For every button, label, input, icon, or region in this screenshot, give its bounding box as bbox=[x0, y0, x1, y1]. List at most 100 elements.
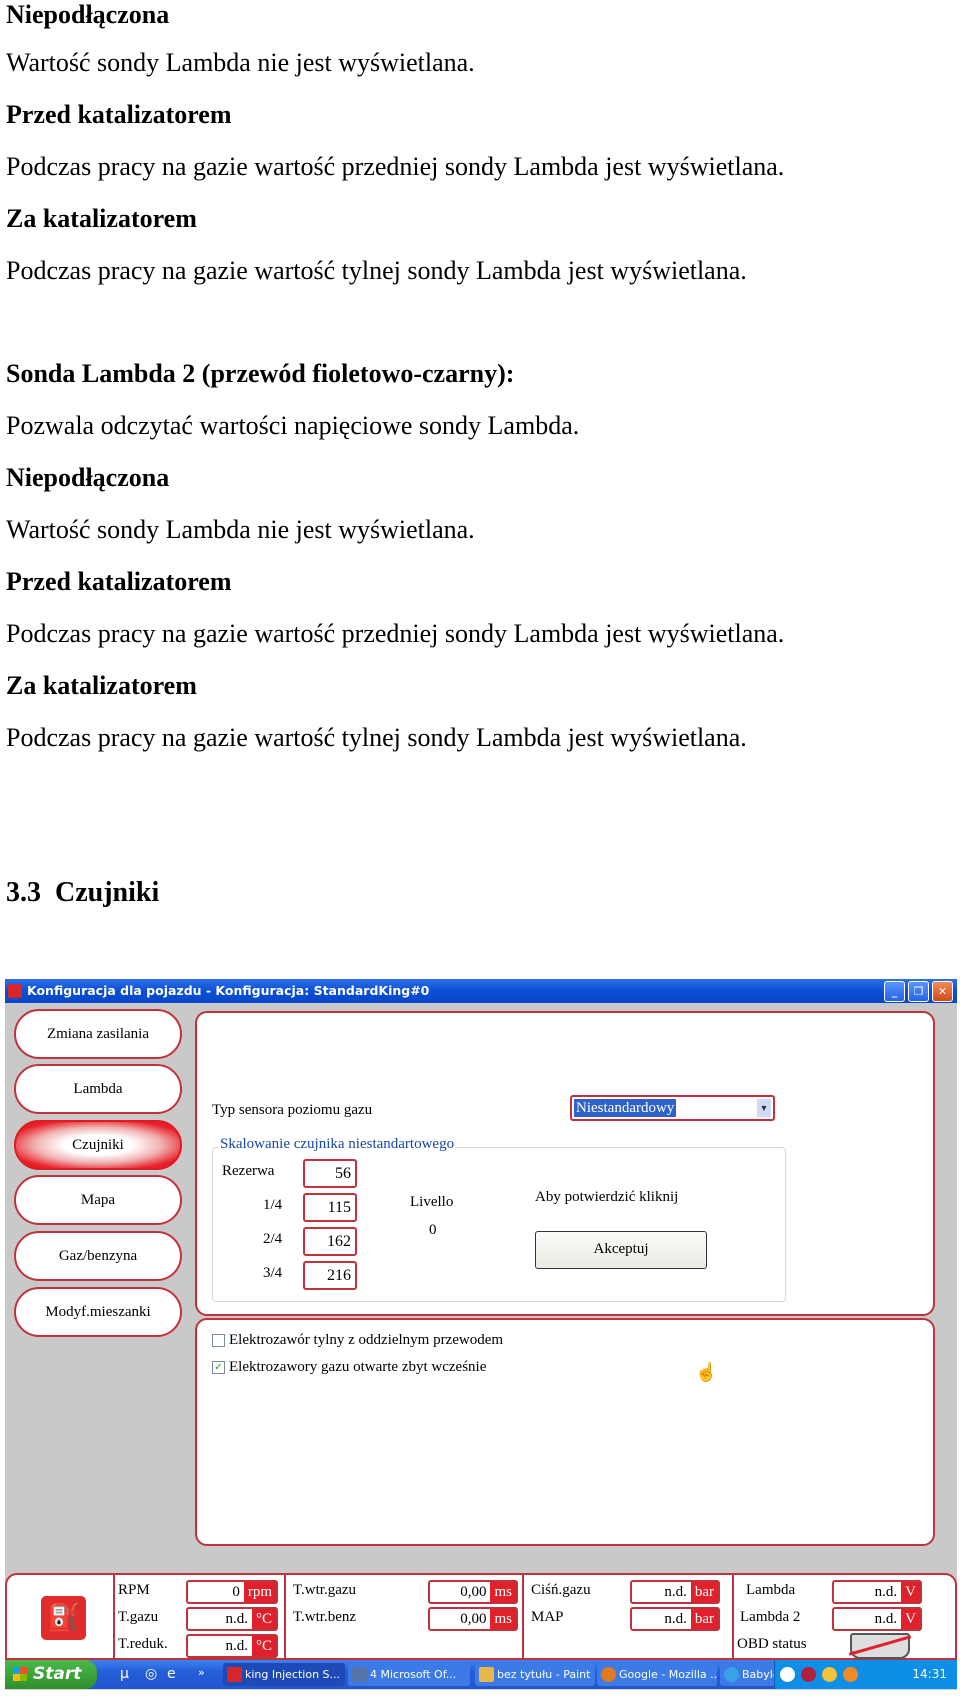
paint-icon bbox=[479, 1667, 494, 1682]
quarter-2-input[interactable]: 162 bbox=[303, 1227, 357, 1256]
petrol-inj-time-label: T.wtr.benz bbox=[293, 1609, 357, 1625]
quarter-1-input[interactable]: 115 bbox=[303, 1193, 357, 1222]
subheading: Przed katalizatorem bbox=[6, 567, 232, 596]
paragraph: Wartość sondy Lambda nie jest wyświetlan… bbox=[6, 515, 475, 544]
paragraph: Podczas pracy na gazie wartość tylnej so… bbox=[6, 256, 747, 285]
heading-number: 3.3 bbox=[6, 877, 41, 908]
unit: °C bbox=[251, 1636, 276, 1656]
tray-weather-icon[interactable] bbox=[822, 1667, 837, 1682]
lambda2-value: n.d. V bbox=[832, 1607, 922, 1631]
task-label: 4 Microsoft Of... bbox=[370, 1668, 457, 1681]
value: n.d. bbox=[874, 1611, 898, 1627]
value: n.d. bbox=[225, 1611, 248, 1627]
checkbox-unchecked[interactable] bbox=[212, 1334, 225, 1347]
gas-pressure-label: Ciśń.gazu bbox=[531, 1582, 591, 1598]
tray-update-icon[interactable] bbox=[843, 1667, 858, 1682]
sensor-type-select[interactable]: Niestandardowy ▼ bbox=[570, 1095, 775, 1121]
nav-label: Czujniki bbox=[72, 1136, 124, 1153]
paragraph: Podczas pracy na gazie wartość przedniej… bbox=[6, 152, 785, 181]
minimize-button[interactable]: _ bbox=[884, 981, 905, 1002]
heading-title: Czujniki bbox=[55, 877, 160, 908]
map-label: MAP bbox=[531, 1609, 564, 1625]
task-king-injection[interactable]: king Injection S... bbox=[223, 1663, 345, 1686]
nav-label: Modyf.mieszanki bbox=[45, 1303, 151, 1320]
paragraph: Wartość sondy Lambda nie jest wyświetlan… bbox=[6, 48, 475, 77]
utorrent-icon[interactable]: µ bbox=[120, 1666, 129, 1682]
nav-modyf-mieszanki[interactable]: Modyf.mieszanki bbox=[14, 1287, 182, 1337]
row-label-quarter-1: 1/4 bbox=[263, 1197, 283, 1213]
clock: 14:31 bbox=[912, 1667, 947, 1681]
unit: rpm bbox=[243, 1582, 276, 1602]
level-label: Livello bbox=[410, 1194, 454, 1210]
subheading: Przed katalizatorem bbox=[6, 100, 232, 129]
nav-gaz-benzyna[interactable]: Gaz/benzyna bbox=[14, 1231, 182, 1281]
scaling-group-title: Skalowanie czujnika niestandartowego bbox=[218, 1136, 457, 1153]
scaling-group bbox=[212, 1147, 786, 1302]
ie-icon bbox=[724, 1667, 739, 1682]
value: n.d. bbox=[664, 1584, 687, 1600]
petrol-inj-time-value: 0,00 ms bbox=[428, 1607, 518, 1631]
value: n.d. bbox=[664, 1611, 687, 1627]
chevron-down-icon[interactable]: ▼ bbox=[757, 1099, 771, 1117]
unit: V bbox=[901, 1582, 920, 1602]
checkbox-checked[interactable]: ✓ bbox=[212, 1361, 225, 1374]
windows-logo-icon bbox=[13, 1667, 27, 1681]
unit: bar bbox=[690, 1582, 718, 1602]
more-chevron-icon[interactable]: » bbox=[198, 1666, 205, 1679]
task-paint[interactable]: bez tytułu - Paint bbox=[475, 1663, 595, 1686]
task-label: Google - Mozilla ... bbox=[619, 1668, 717, 1681]
row-label-rezerwa: Rezerwa bbox=[222, 1163, 275, 1179]
lambda2-label: Lambda 2 bbox=[740, 1609, 801, 1625]
nav-label: Gaz/benzyna bbox=[58, 1247, 138, 1264]
accept-button[interactable]: Akceptuj bbox=[535, 1231, 707, 1269]
divider bbox=[113, 1573, 115, 1660]
section-title: Sonda Lambda 2 (przewód fioletowo-czarny… bbox=[6, 359, 515, 388]
obd-status-label: OBD status bbox=[737, 1636, 807, 1652]
nav-czujniki[interactable]: Czujniki bbox=[14, 1120, 182, 1170]
nav-mapa[interactable]: Mapa bbox=[14, 1175, 182, 1225]
rezerwa-input[interactable]: 56 bbox=[303, 1159, 357, 1188]
paragraph: Podczas pracy na gazie wartość przedniej… bbox=[6, 619, 785, 648]
hand-cursor-icon: ☝ bbox=[695, 1362, 718, 1382]
rpm-value: 0 rpm bbox=[186, 1580, 278, 1604]
nav-label: Zmiana zasilania bbox=[46, 1025, 150, 1042]
task-firefox[interactable]: Google - Mozilla ... bbox=[597, 1663, 717, 1686]
confirm-hint: Aby potwierdzić kliknij bbox=[535, 1189, 679, 1205]
paragraph: Pozwala odczytać wartości napięciowe son… bbox=[6, 411, 580, 440]
sensor-type-value: Niestandardowy bbox=[574, 1099, 677, 1117]
task-label: king Injection S... bbox=[245, 1668, 341, 1681]
app-quicklaunch-icon[interactable]: ◎ bbox=[145, 1666, 157, 1682]
start-button[interactable]: Start bbox=[5, 1660, 97, 1689]
gas-temp-label: T.gazu bbox=[118, 1609, 159, 1625]
reducer-temp-label: T.reduk. bbox=[118, 1636, 168, 1652]
nav-lambda[interactable]: Lambda bbox=[14, 1064, 182, 1114]
tray-expand-icon[interactable] bbox=[780, 1667, 795, 1682]
paragraph: Podczas pracy na gazie wartość tylnej so… bbox=[6, 723, 747, 752]
system-tray: 14:31 bbox=[774, 1660, 957, 1689]
unit: ms bbox=[490, 1609, 516, 1629]
title-bar[interactable]: Konfiguracja dla pojazdu - Konfiguracja:… bbox=[5, 979, 957, 1003]
nav-zmiana-zasilania[interactable]: Zmiana zasilania bbox=[14, 1009, 182, 1059]
row-label-quarter-3: 3/4 bbox=[263, 1265, 283, 1281]
fuel-pump-icon[interactable]: ⛽ bbox=[41, 1596, 86, 1640]
nav-label: Lambda bbox=[73, 1080, 123, 1097]
option-rear-valve[interactable]: Elektrozawór tylny z oddzielnym przewode… bbox=[212, 1332, 503, 1349]
office-icon bbox=[352, 1667, 367, 1682]
sensor-type-label: Typ sensora poziomu gazu bbox=[212, 1102, 373, 1118]
quarter-3-input[interactable]: 216 bbox=[303, 1261, 357, 1290]
option-valves-early[interactable]: ✓ Elektrozawory gazu otwarte zbyt wcześn… bbox=[212, 1359, 486, 1376]
option-label: Elektrozawór tylny z oddzielnym przewode… bbox=[229, 1332, 504, 1348]
tray-app-icon[interactable] bbox=[801, 1667, 816, 1682]
value: 0 bbox=[232, 1584, 240, 1600]
task-label: bez tytułu - Paint bbox=[497, 1668, 591, 1681]
task-microsoft-office[interactable]: 4 Microsoft Of... bbox=[348, 1663, 470, 1686]
unit: V bbox=[901, 1609, 920, 1629]
lambda-value: n.d. V bbox=[832, 1580, 922, 1604]
rpm-label: RPM bbox=[118, 1582, 150, 1598]
internet-explorer-icon[interactable]: e bbox=[167, 1666, 176, 1682]
restore-button[interactable]: ❐ bbox=[908, 981, 929, 1002]
close-button[interactable]: ✕ bbox=[932, 981, 953, 1002]
subheading: Niepodłączona bbox=[6, 463, 170, 492]
firefox-icon bbox=[601, 1667, 616, 1682]
option-label: Elektrozawory gazu otwarte zbyt wcześnie bbox=[229, 1359, 487, 1375]
